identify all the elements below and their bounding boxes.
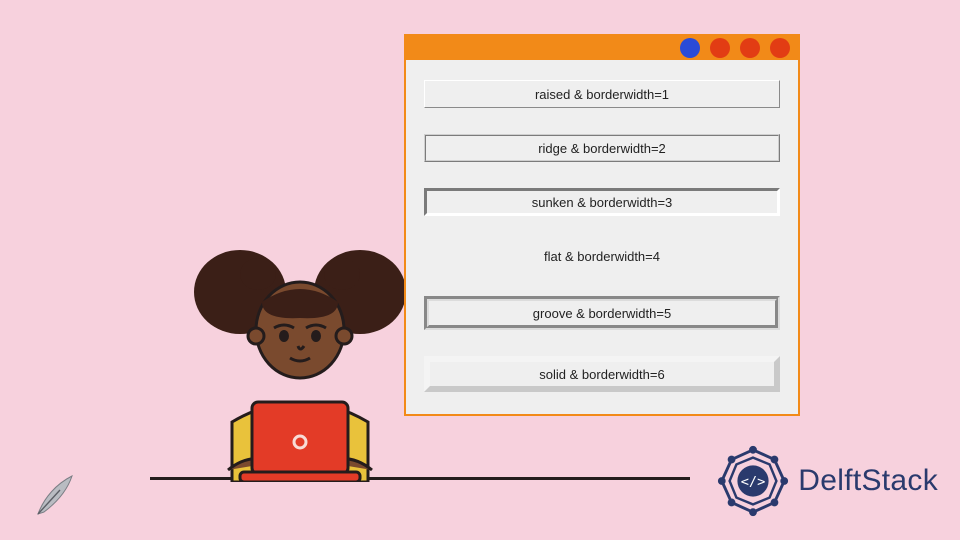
label-ridge: ridge & borderwidth=2 <box>424 134 780 162</box>
label-raised: raised & borderwidth=1 <box>424 80 780 108</box>
titlebar-dot-3[interactable] <box>740 38 760 58</box>
label-solid: solid & borderwidth=6 <box>424 356 780 392</box>
window-titlebar[interactable] <box>406 36 798 60</box>
quill-icon <box>30 470 80 520</box>
svg-text:</>: </> <box>741 474 766 490</box>
label-groove: groove & borderwidth=5 <box>424 296 780 330</box>
delftstack-logo: </> DelftStack <box>714 442 938 520</box>
logo-text: DelftStack <box>798 464 938 498</box>
demo-window: raised & borderwidth=1 ridge & borderwid… <box>404 34 800 416</box>
titlebar-dot-4[interactable] <box>770 38 790 58</box>
label-sunken: sunken & borderwidth=3 <box>424 188 780 216</box>
girl-illustration <box>170 232 430 482</box>
titlebar-dot-1[interactable] <box>680 38 700 58</box>
logo-mark-icon: </> <box>714 442 792 520</box>
label-flat: flat & borderwidth=4 <box>424 242 780 270</box>
titlebar-dot-2[interactable] <box>710 38 730 58</box>
window-body: raised & borderwidth=1 ridge & borderwid… <box>406 60 798 414</box>
